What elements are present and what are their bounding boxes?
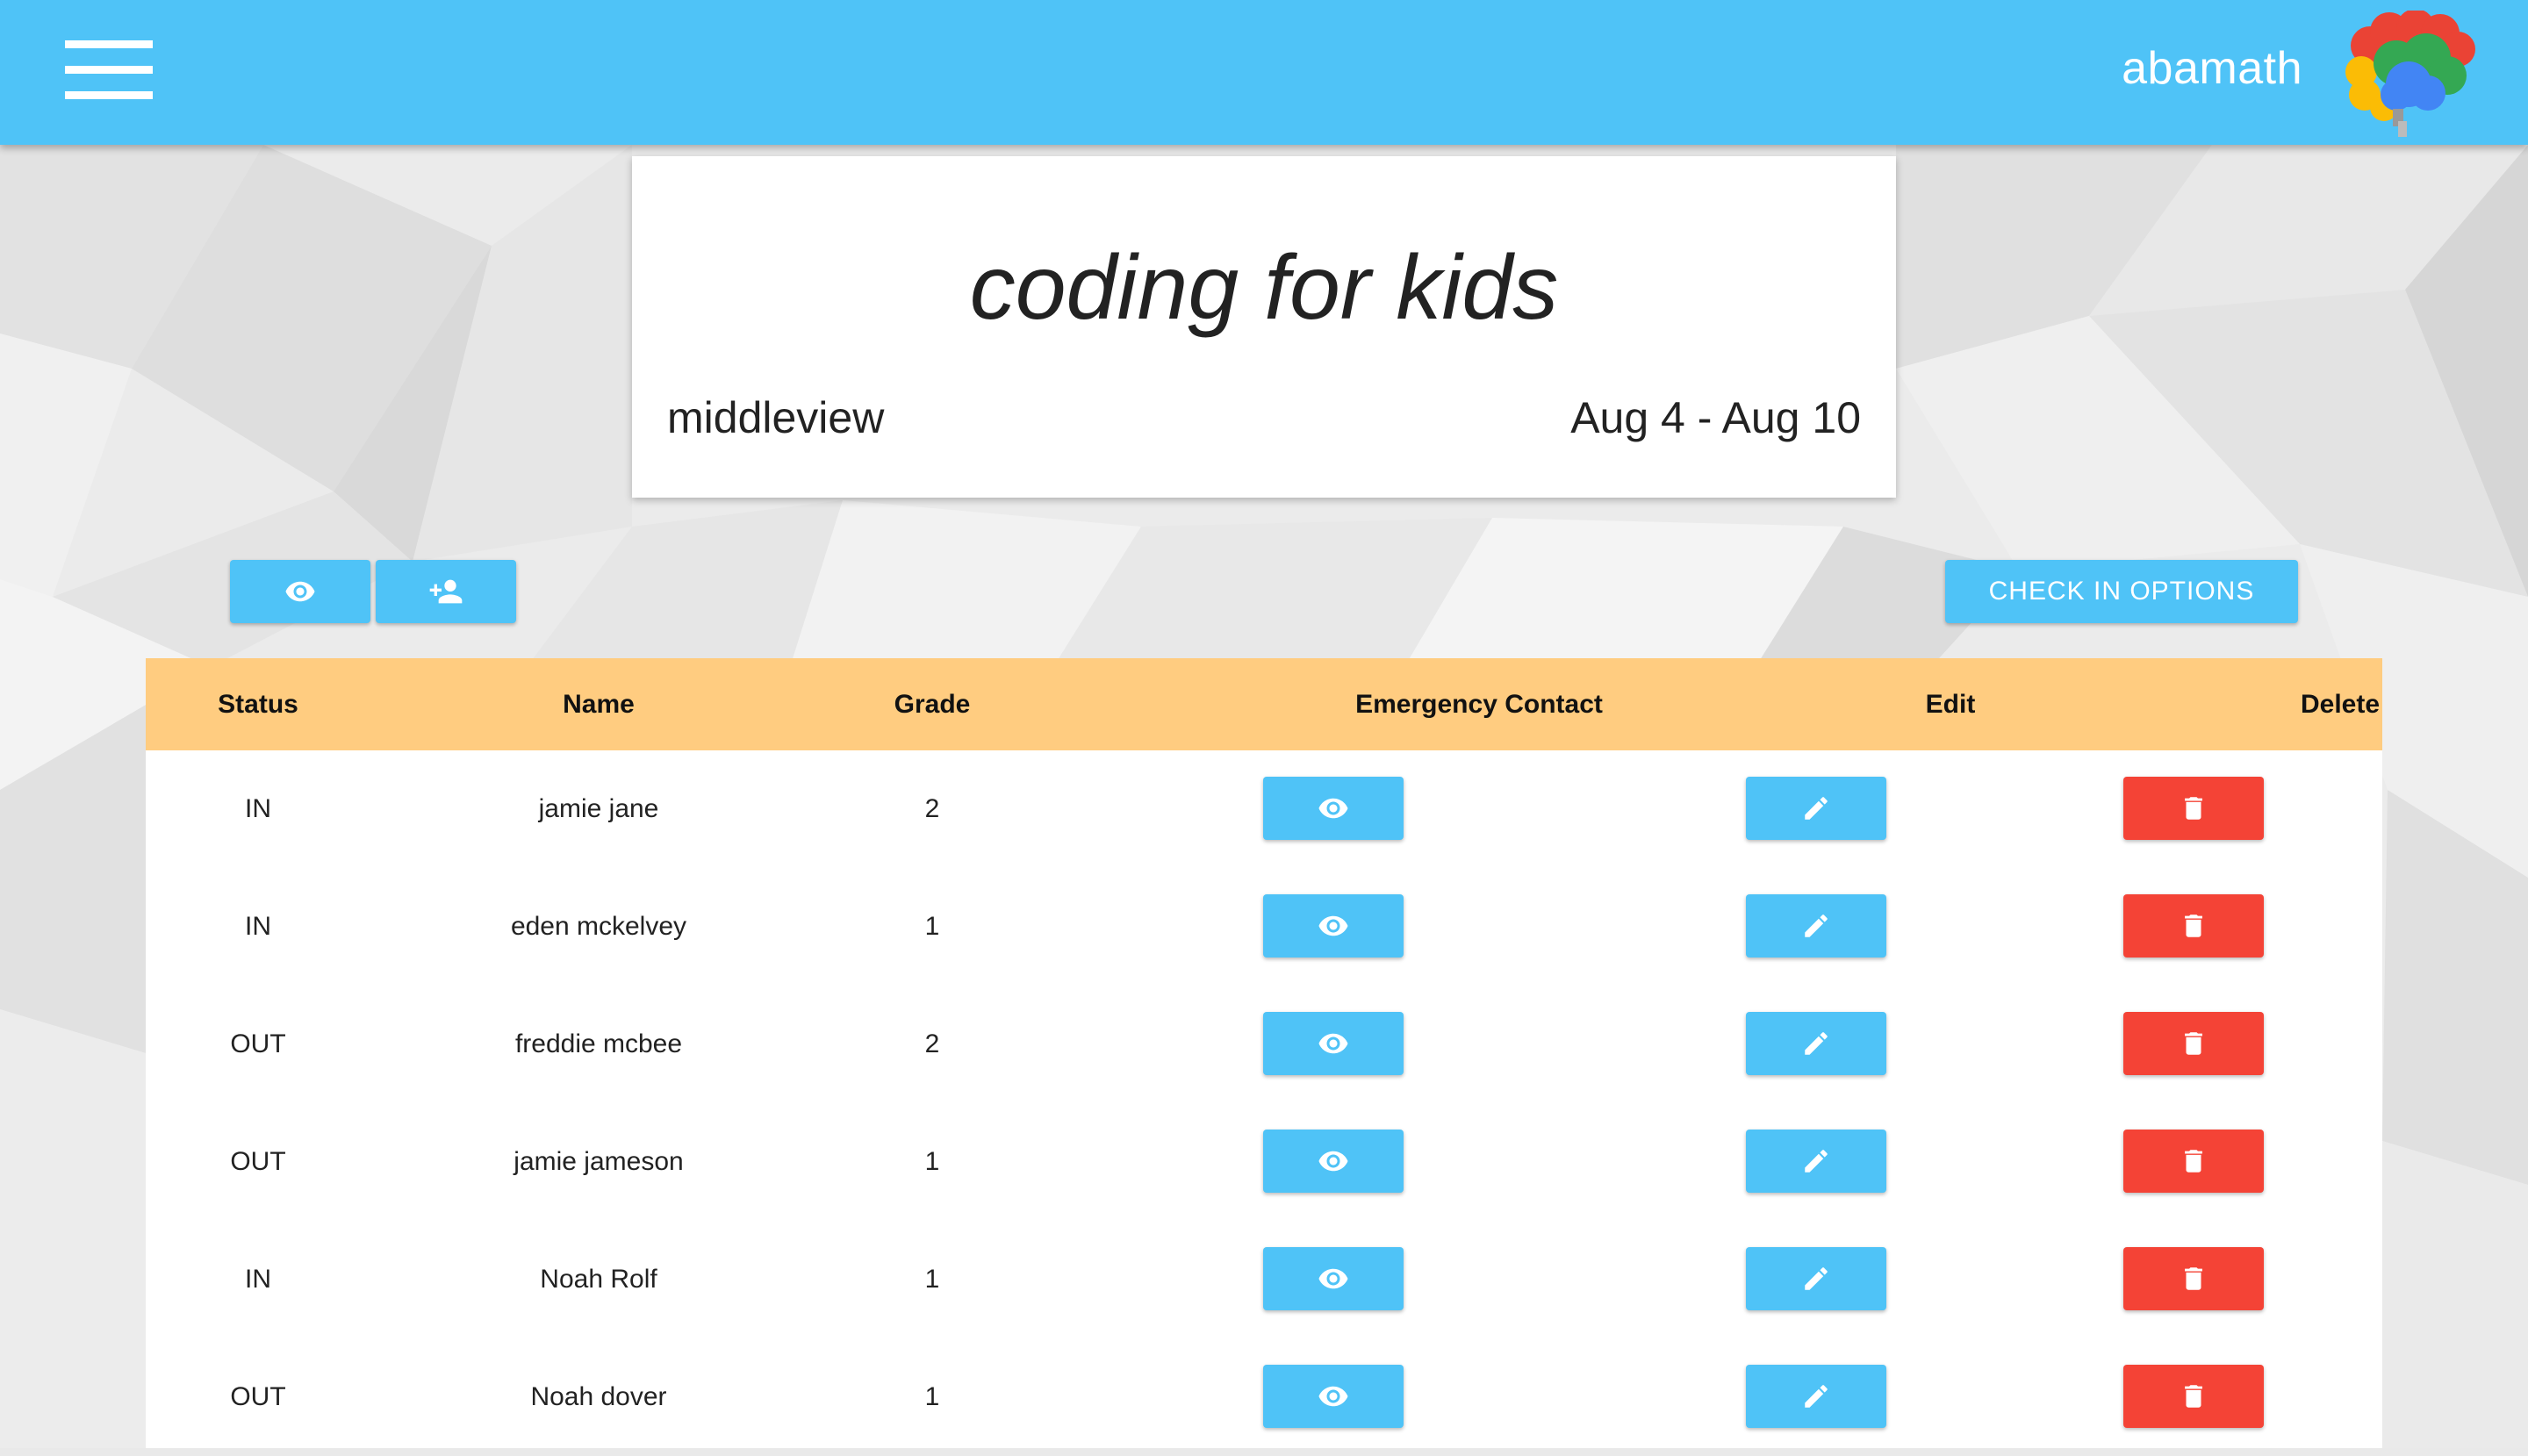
app-bar: abamath <box>0 0 2528 145</box>
student-status: IN <box>245 1265 271 1294</box>
trash-icon <box>2185 914 2202 937</box>
brain-logo-icon <box>2345 11 2475 137</box>
table-row: OUT freddie mcbee 2 <box>146 986 2382 1103</box>
person-add-icon <box>429 579 463 604</box>
eye-icon <box>1318 1268 1348 1289</box>
eye-icon <box>285 581 315 602</box>
table-row: OUT jamie jameson 1 <box>146 1103 2382 1221</box>
eye-icon <box>1318 798 1348 819</box>
student-grade: 2 <box>924 1029 940 1058</box>
delete-student-button[interactable] <box>2123 777 2264 840</box>
hamburger-menu-icon[interactable] <box>65 39 153 102</box>
student-status: IN <box>245 794 271 823</box>
trash-icon <box>2185 1150 2202 1173</box>
edit-student-button[interactable] <box>1746 894 1886 958</box>
pencil-icon <box>1805 1150 1828 1173</box>
check-in-options-button[interactable]: CHECK IN OPTIONS <box>1945 560 2298 623</box>
view-emergency-contact-button[interactable] <box>1263 1247 1404 1310</box>
student-status: OUT <box>230 1382 286 1411</box>
trash-icon <box>2185 797 2202 820</box>
delete-student-button[interactable] <box>2123 1365 2264 1428</box>
delete-student-button[interactable] <box>2123 1247 2264 1310</box>
pencil-icon <box>1805 1032 1828 1055</box>
eye-icon <box>1318 915 1348 936</box>
view-emergency-contact-button[interactable] <box>1263 1130 1404 1193</box>
student-name: jamie jameson <box>514 1147 684 1176</box>
student-name: jamie jane <box>538 794 659 823</box>
class-title: coding for kids <box>969 237 1559 339</box>
student-table: Status Name Grade Emergency Contact Edit… <box>146 658 2382 1448</box>
pencil-icon <box>1805 914 1828 937</box>
trash-icon <box>2185 1267 2202 1290</box>
edit-student-button[interactable] <box>1746 1365 1886 1428</box>
trash-icon <box>2185 1032 2202 1055</box>
table-row: OUT Noah dover 1 <box>146 1338 2382 1456</box>
column-header-name[interactable]: Name <box>370 658 827 750</box>
student-name: Noah Rolf <box>540 1265 657 1294</box>
eye-icon <box>1318 1151 1348 1172</box>
class-dates: Aug 4 - Aug 10 <box>1570 393 1861 442</box>
view-emergency-contact-button[interactable] <box>1263 894 1404 958</box>
add-student-button[interactable] <box>376 560 516 623</box>
column-header-delete[interactable]: Delete <box>2094 658 2528 750</box>
class-location: middleview <box>667 393 885 442</box>
student-name: Noah dover <box>530 1382 667 1411</box>
delete-student-button[interactable] <box>2123 1130 2264 1193</box>
edit-student-button[interactable] <box>1746 777 1886 840</box>
delete-student-button[interactable] <box>2123 1012 2264 1075</box>
pencil-icon <box>1805 1267 1828 1290</box>
pencil-icon <box>1805 797 1828 820</box>
student-name: freddie mcbee <box>514 1029 683 1058</box>
student-grade: 1 <box>924 1147 940 1176</box>
view-emergency-contact-button[interactable] <box>1263 1012 1404 1075</box>
student-grade: 2 <box>924 794 940 823</box>
class-info-card: coding for kids middleview Aug 4 - Aug 1… <box>632 156 1896 498</box>
student-status: OUT <box>230 1147 286 1176</box>
eye-icon <box>1318 1386 1348 1407</box>
table-header: Status Name Grade Emergency Contact Edit… <box>146 658 2382 750</box>
student-status: OUT <box>230 1029 286 1058</box>
edit-student-button[interactable] <box>1746 1130 1886 1193</box>
student-name: eden mckelvey <box>510 912 687 941</box>
student-grade: 1 <box>924 912 940 941</box>
edit-student-button[interactable] <box>1746 1012 1886 1075</box>
view-button[interactable] <box>230 560 370 623</box>
trash-icon <box>2185 1385 2202 1408</box>
student-status: IN <box>245 912 271 941</box>
view-emergency-contact-button[interactable] <box>1263 1365 1404 1428</box>
pencil-icon <box>1805 1385 1828 1408</box>
table-row: IN eden mckelvey 1 <box>146 868 2382 986</box>
column-header-grade[interactable]: Grade <box>827 658 1038 750</box>
view-emergency-contact-button[interactable] <box>1263 777 1404 840</box>
brand-name: abamath <box>2122 43 2302 94</box>
edit-student-button[interactable] <box>1746 1247 1886 1310</box>
check-in-options-label: CHECK IN OPTIONS <box>1988 577 2255 606</box>
eye-icon <box>1318 1033 1348 1054</box>
student-grade: 1 <box>924 1265 940 1294</box>
column-header-status[interactable]: Status <box>146 658 370 750</box>
delete-student-button[interactable] <box>2123 894 2264 958</box>
student-grade: 1 <box>924 1382 940 1411</box>
table-row: IN jamie jane 2 <box>146 750 2382 868</box>
table-row: IN Noah Rolf 1 <box>146 1221 2382 1338</box>
